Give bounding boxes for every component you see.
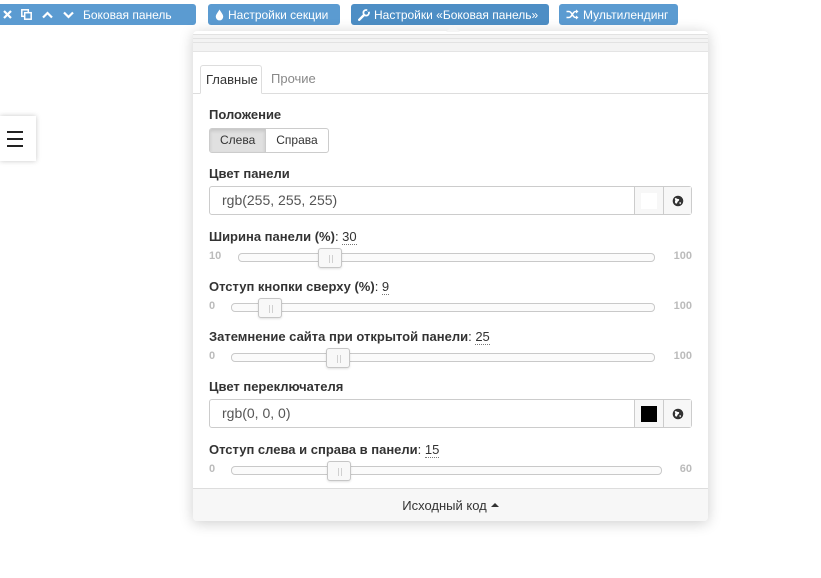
position-toggle: Слева Справа (209, 128, 329, 153)
tab-main[interactable]: Главные (200, 65, 262, 94)
move-up-icon[interactable] (37, 4, 58, 25)
side-padding-max: 60 (679, 463, 692, 475)
panel-width-value[interactable]: 30 (342, 229, 357, 245)
source-code-label: Исходный код (402, 497, 487, 513)
popover-caret (446, 25, 460, 32)
toggle-color-field: rgb(0, 0, 0) (209, 399, 692, 428)
site-dimming-slider[interactable] (231, 348, 655, 368)
source-code-button[interactable]: Исходный код (193, 488, 708, 521)
side-padding-slider-row: 0 60 (209, 461, 692, 481)
panel-width-label: Ширина панели (%): 30 (209, 229, 357, 245)
panel-color-swatch[interactable] (634, 187, 663, 214)
globe-icon[interactable] (663, 187, 691, 214)
tab-other[interactable]: Прочие (266, 65, 321, 94)
position-left-button[interactable]: Слева (210, 129, 267, 152)
site-dimming-slider-row: 0 100 (209, 348, 692, 368)
button-offset-value[interactable]: 9 (381, 279, 390, 295)
drag-handle[interactable] (193, 34, 708, 52)
panel-color-input[interactable]: rgb(255, 255, 255) (210, 187, 634, 214)
move-down-icon[interactable] (58, 4, 79, 25)
hamburger-line-icon (7, 145, 23, 147)
droplet-icon (215, 9, 224, 21)
settings-tabs: Главные Прочие (193, 65, 708, 94)
toggle-color-input[interactable]: rgb(0, 0, 0) (210, 400, 634, 427)
block-settings-button[interactable]: Настройки «Боковая панель» (351, 4, 549, 25)
side-padding-label: Отступ слева и справа в панели: 15 (209, 442, 440, 458)
button-offset-slider-row: 0 100 (209, 298, 692, 318)
multilanding-label: Мультилендинг (583, 7, 669, 22)
button-offset-max: 100 (673, 300, 692, 312)
button-offset-slider-handle[interactable] (257, 298, 282, 318)
block-toolbar: Боковая панель (0, 4, 196, 25)
position-label: Положение (209, 107, 282, 122)
close-icon[interactable] (0, 4, 16, 25)
toggle-color-label: Цвет переключателя (209, 379, 344, 394)
button-offset-min: 0 (209, 300, 216, 312)
side-padding-min: 0 (209, 463, 216, 475)
panel-color-label: Цвет панели (209, 166, 290, 181)
panel-color-field: rgb(255, 255, 255) (209, 186, 692, 215)
site-dimming-value[interactable]: 25 (475, 329, 490, 345)
panel-width-min: 10 (209, 250, 222, 262)
panel-width-slider-row: 10 100 (209, 248, 692, 268)
hamburger-line-icon (7, 138, 23, 140)
button-offset-slider[interactable] (231, 298, 655, 318)
block-settings-label: Настройки «Боковая панель» (374, 7, 539, 22)
caret-up-icon (490, 502, 499, 507)
button-offset-label: Отступ кнопки сверху (%): 9 (209, 279, 390, 295)
multilanding-button[interactable]: Мультилендинг (559, 4, 678, 25)
copy-icon[interactable] (16, 4, 37, 25)
wrench-icon (358, 8, 370, 21)
block-name[interactable]: Боковая панель (79, 8, 172, 22)
toggle-color-swatch[interactable] (634, 400, 663, 427)
position-right-button[interactable]: Справа (266, 129, 327, 152)
hamburger-line-icon (7, 131, 23, 133)
section-settings-button[interactable]: Настройки секции (208, 4, 340, 25)
site-dimming-label: Затемнение сайта при открытой панели: 25 (209, 329, 490, 345)
side-padding-slider-handle[interactable] (327, 461, 352, 481)
side-panel-toggle[interactable] (0, 116, 36, 161)
side-padding-value[interactable]: 15 (424, 442, 440, 458)
shuffle-icon (566, 9, 579, 20)
site-dimming-max: 100 (673, 350, 692, 362)
side-padding-slider[interactable] (231, 461, 662, 481)
section-settings-label: Настройки секции (228, 7, 329, 22)
globe-icon[interactable] (663, 400, 691, 427)
panel-width-slider-handle[interactable] (318, 248, 343, 268)
block-settings-popup: Главные Прочие Положение Слева Справа Цв… (193, 31, 708, 521)
panel-width-max: 100 (673, 250, 692, 262)
site-dimming-slider-handle[interactable] (325, 348, 350, 368)
site-dimming-min: 0 (209, 350, 216, 362)
panel-width-slider[interactable] (238, 248, 655, 268)
